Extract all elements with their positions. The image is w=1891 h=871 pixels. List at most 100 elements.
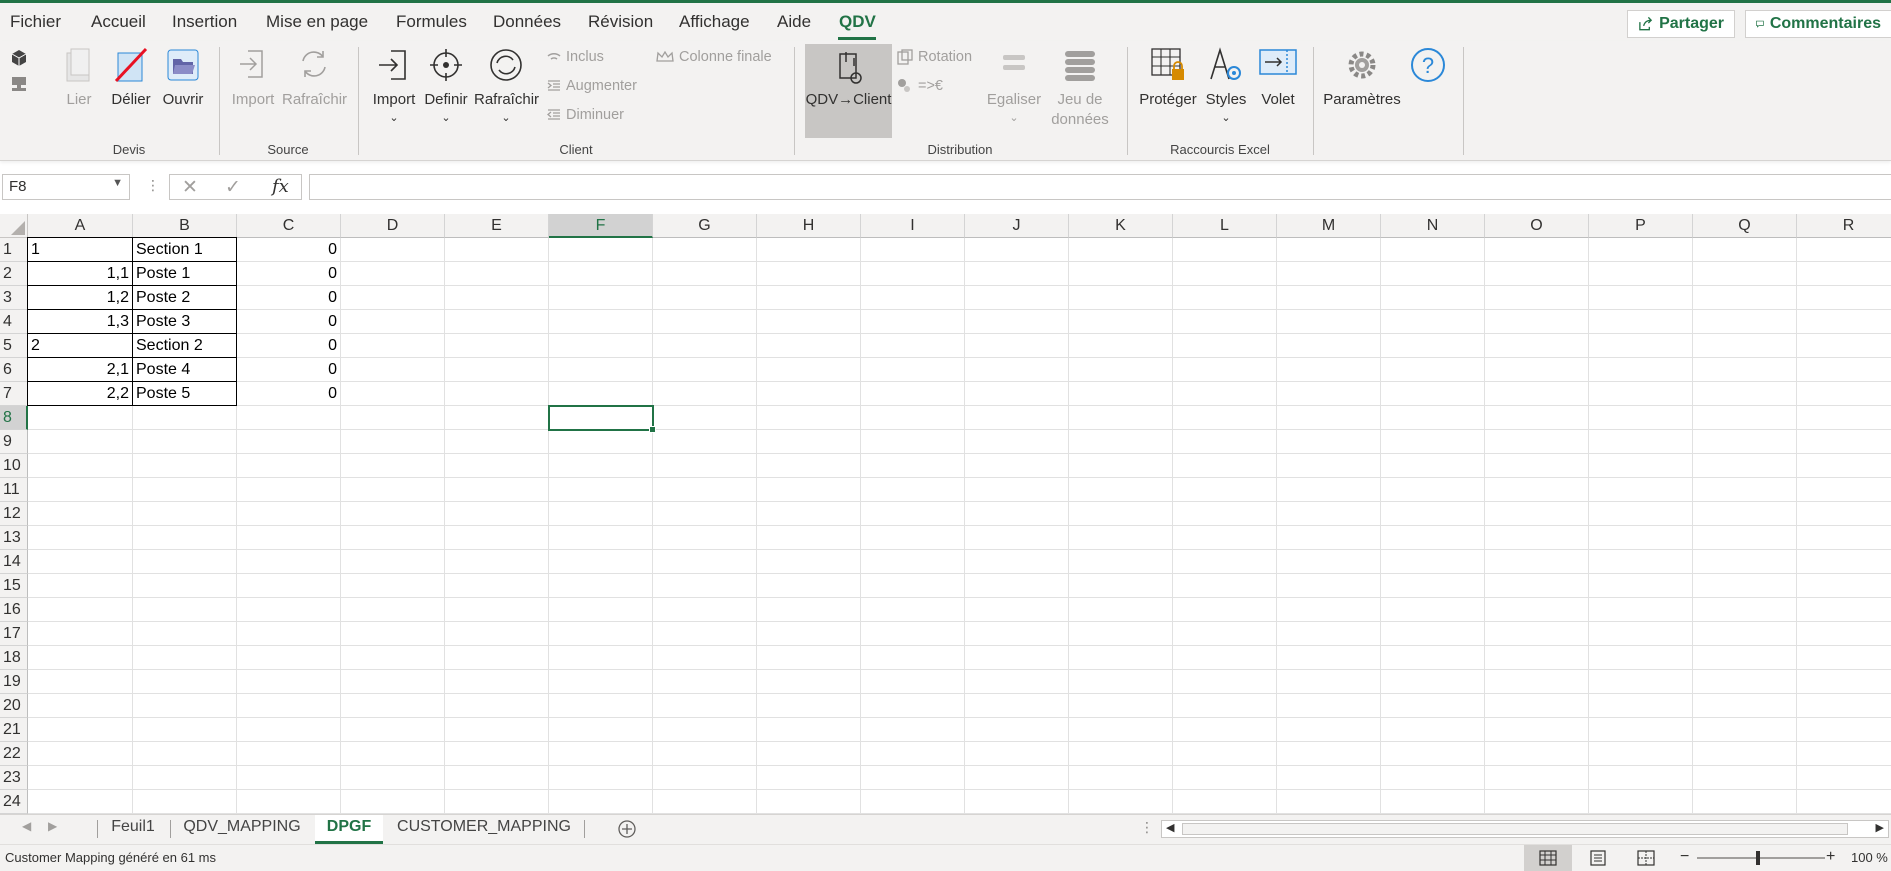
cell-f2[interactable] — [549, 262, 653, 286]
cell-a21[interactable] — [28, 718, 133, 742]
cell-p5[interactable] — [1589, 334, 1693, 358]
cell-f4[interactable] — [549, 310, 653, 334]
cell-m7[interactable] — [1277, 382, 1381, 406]
cell-o24[interactable] — [1485, 790, 1589, 814]
cell-c1[interactable]: 0 — [237, 238, 341, 262]
cell-l20[interactable] — [1173, 694, 1277, 718]
tab-formules[interactable]: Formules — [396, 12, 467, 32]
zoom-slider[interactable] — [1697, 857, 1825, 859]
row-header-11[interactable]: 11 — [0, 478, 28, 502]
cell-h18[interactable] — [757, 646, 861, 670]
cell-a17[interactable] — [28, 622, 133, 646]
cell-c12[interactable] — [237, 502, 341, 526]
column-header-q[interactable]: Q — [1693, 214, 1797, 238]
tab-aide[interactable]: Aide — [777, 12, 811, 32]
select-all-corner[interactable] — [0, 214, 28, 238]
cell-r3[interactable] — [1797, 286, 1891, 310]
cell-f16[interactable] — [549, 598, 653, 622]
cell-b3[interactable]: Poste 2 — [132, 285, 237, 310]
cell-q13[interactable] — [1693, 526, 1797, 550]
column-header-d[interactable]: D — [341, 214, 445, 238]
cell-h15[interactable] — [757, 574, 861, 598]
cell-o5[interactable] — [1485, 334, 1589, 358]
cell-e17[interactable] — [445, 622, 549, 646]
cell-h11[interactable] — [757, 478, 861, 502]
cell-l5[interactable] — [1173, 334, 1277, 358]
cell-b15[interactable] — [133, 574, 237, 598]
cell-r21[interactable] — [1797, 718, 1891, 742]
cell-f10[interactable] — [549, 454, 653, 478]
cell-h16[interactable] — [757, 598, 861, 622]
cell-a19[interactable] — [28, 670, 133, 694]
cell-p24[interactable] — [1589, 790, 1693, 814]
column-header-j[interactable]: J — [965, 214, 1069, 238]
cell-n9[interactable] — [1381, 430, 1485, 454]
cell-g1[interactable] — [653, 238, 757, 262]
cell-k11[interactable] — [1069, 478, 1173, 502]
cell-m19[interactable] — [1277, 670, 1381, 694]
cell-k19[interactable] — [1069, 670, 1173, 694]
cell-c22[interactable] — [237, 742, 341, 766]
cell-n4[interactable] — [1381, 310, 1485, 334]
source-import-button[interactable]: Import — [230, 41, 276, 141]
column-header-k[interactable]: K — [1069, 214, 1173, 238]
cell-l4[interactable] — [1173, 310, 1277, 334]
cell-r12[interactable] — [1797, 502, 1891, 526]
cell-b22[interactable] — [133, 742, 237, 766]
cell-b8[interactable] — [133, 406, 237, 430]
cell-a16[interactable] — [28, 598, 133, 622]
cell-o21[interactable] — [1485, 718, 1589, 742]
cell-r5[interactable] — [1797, 334, 1891, 358]
cell-j17[interactable] — [965, 622, 1069, 646]
row-header-13[interactable]: 13 — [0, 526, 28, 550]
row-header-20[interactable]: 20 — [0, 694, 28, 718]
cell-k14[interactable] — [1069, 550, 1173, 574]
rotation-button[interactable]: Rotation — [897, 49, 972, 65]
diminuer-button[interactable]: Diminuer — [547, 107, 624, 123]
row-header-4[interactable]: 4 — [0, 310, 28, 334]
cell-k20[interactable] — [1069, 694, 1173, 718]
cell-p6[interactable] — [1589, 358, 1693, 382]
cell-h8[interactable] — [757, 406, 861, 430]
cell-q8[interactable] — [1693, 406, 1797, 430]
cell-m14[interactable] — [1277, 550, 1381, 574]
cell-m23[interactable] — [1277, 766, 1381, 790]
cell-k5[interactable] — [1069, 334, 1173, 358]
cell-n12[interactable] — [1381, 502, 1485, 526]
cell-p14[interactable] — [1589, 550, 1693, 574]
cell-f13[interactable] — [549, 526, 653, 550]
cell-i4[interactable] — [861, 310, 965, 334]
cell-g14[interactable] — [653, 550, 757, 574]
cell-a4[interactable]: 1,3 — [27, 309, 133, 334]
cell-o17[interactable] — [1485, 622, 1589, 646]
cell-d24[interactable] — [341, 790, 445, 814]
cell-d20[interactable] — [341, 694, 445, 718]
splitter-handle-icon[interactable]: ⋮ — [1140, 819, 1154, 836]
cell-f9[interactable] — [549, 430, 653, 454]
cell-i15[interactable] — [861, 574, 965, 598]
cell-d15[interactable] — [341, 574, 445, 598]
cell-l11[interactable] — [1173, 478, 1277, 502]
row-header-16[interactable]: 16 — [0, 598, 28, 622]
cell-l6[interactable] — [1173, 358, 1277, 382]
cell-j4[interactable] — [965, 310, 1069, 334]
cell-b12[interactable] — [133, 502, 237, 526]
cell-l7[interactable] — [1173, 382, 1277, 406]
cell-n24[interactable] — [1381, 790, 1485, 814]
cell-e3[interactable] — [445, 286, 549, 310]
cell-g5[interactable] — [653, 334, 757, 358]
zoom-slider-thumb[interactable] — [1756, 851, 1760, 865]
cell-o14[interactable] — [1485, 550, 1589, 574]
colonne-finale-button[interactable]: Colonne finale — [656, 49, 772, 65]
cell-q23[interactable] — [1693, 766, 1797, 790]
cell-i14[interactable] — [861, 550, 965, 574]
cell-k9[interactable] — [1069, 430, 1173, 454]
cell-p20[interactable] — [1589, 694, 1693, 718]
cell-h4[interactable] — [757, 310, 861, 334]
cell-m18[interactable] — [1277, 646, 1381, 670]
cell-n20[interactable] — [1381, 694, 1485, 718]
cell-a2[interactable]: 1,1 — [27, 261, 133, 286]
cell-o4[interactable] — [1485, 310, 1589, 334]
cell-i7[interactable] — [861, 382, 965, 406]
cell-o3[interactable] — [1485, 286, 1589, 310]
